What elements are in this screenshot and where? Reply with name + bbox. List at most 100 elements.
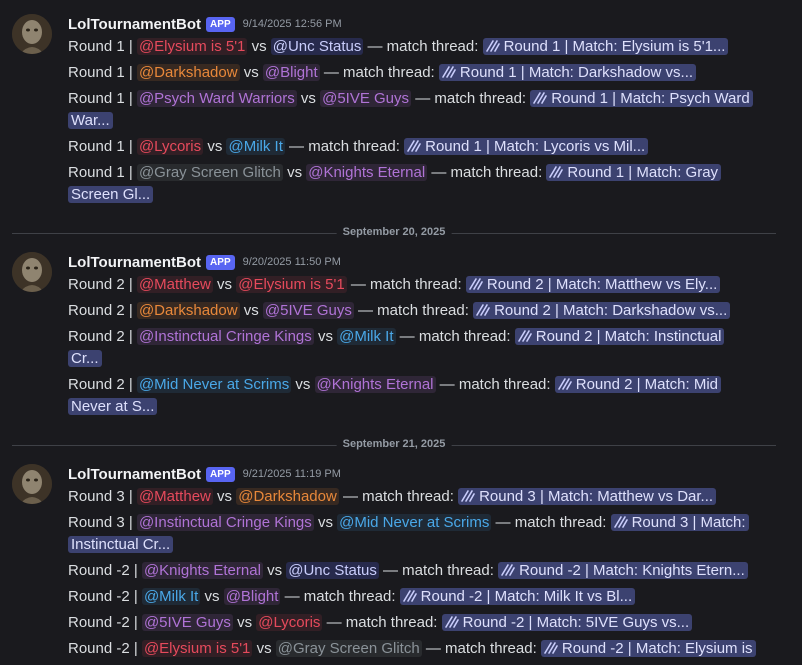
thread-link-text: Round 1 | Match: Gray [567, 164, 719, 181]
round-label: Round 2 | [68, 376, 133, 393]
team-mention[interactable]: @Darkshadow [136, 302, 240, 319]
thread-link[interactable]: Round 2 | Match: Darkshadow vs... [473, 302, 731, 319]
match-thread-label: — match thread: [284, 588, 396, 605]
match-line: Round 2 | @Instinctual Cringe Kings vs @… [68, 326, 768, 370]
match-line: Round -2 | @5IVE Guys vs @Lycoris — matc… [68, 612, 768, 634]
thread-link-text: Round 2 | Match: Matthew vs Ely... [486, 276, 718, 293]
team-mention[interactable]: @Instinctual Cringe Kings [136, 328, 314, 345]
match-thread-label: — match thread: [343, 488, 454, 505]
author-name[interactable]: LolTournamentBot [68, 254, 201, 271]
thread-link-continuation[interactable]: Instinctual Cr... [68, 536, 174, 553]
team-mention[interactable]: @Psych Ward Warriors [136, 90, 297, 107]
avatar[interactable] [12, 252, 52, 292]
date-divider-label: September 20, 2025 [336, 226, 452, 238]
thread-link-continuation[interactable]: War... [68, 112, 113, 129]
message-feed: LolTournamentBot APP 9/14/2025 12:56 PM … [0, 0, 802, 665]
team-mention[interactable]: @Knights Eternal [141, 562, 263, 579]
thread-link[interactable]: Round -2 | Match: Knights Etern... [498, 562, 748, 579]
team-mention[interactable]: @Knights Eternal [306, 164, 428, 181]
thread-link[interactable]: Round -2 | Match: 5IVE Guys vs... [441, 614, 693, 631]
match-thread-label: — match thread: [326, 614, 438, 631]
thread-link[interactable]: Round 1 | Match: Lycoris vs Mil... [404, 138, 649, 155]
team-mention[interactable]: @Elysium is 5'1 [136, 38, 248, 55]
vs-text: vs [317, 328, 333, 345]
thread-link[interactable]: Round 2 | Match: Instinctual [514, 328, 725, 345]
team-mention[interactable]: @Lycoris [256, 614, 323, 631]
team-mention[interactable]: @5IVE Guys [141, 614, 233, 631]
author-name[interactable]: LolTournamentBot [68, 16, 201, 33]
thread-link[interactable]: Round 1 | Match: Gray [546, 164, 722, 181]
match-line: Round 1 | @Psych Ward Warriors vs @5IVE … [68, 88, 768, 132]
thread-link[interactable]: Round 1 | Match: Elysium is 5'1... [482, 38, 729, 55]
avatar[interactable] [12, 464, 52, 504]
timestamp[interactable]: 9/21/2025 11:19 PM [243, 468, 341, 480]
round-label: Round 1 | [68, 38, 133, 55]
thread-icon [461, 490, 475, 502]
vs-text: vs [207, 138, 223, 155]
match-line: Round -2 | @Knights Eternal vs @Unc Stat… [68, 560, 768, 582]
thread-link-continuation[interactable]: Cr... [68, 350, 102, 367]
team-mention[interactable]: @Lycoris [136, 138, 204, 155]
team-mention[interactable]: @Mid Never at Scrims [337, 514, 492, 531]
team-mention[interactable]: @Milk It [337, 328, 396, 345]
team-mention[interactable]: @Darkshadow [236, 488, 339, 505]
team-mention[interactable]: @Unc Status [286, 562, 379, 579]
author-name[interactable]: LolTournamentBot [68, 466, 201, 483]
thread-icon [444, 616, 459, 628]
round-label: Round -2 | [68, 588, 138, 605]
team-mention[interactable]: @5IVE Guys [262, 302, 354, 319]
thread-link-text: Round -2 | Match: Milk It vs Bl... [420, 588, 633, 605]
thread-link[interactable]: Round -2 | Match: Milk It vs Bl... [399, 588, 636, 605]
team-mention[interactable]: @Mid Never at Scrims [136, 376, 292, 393]
thread-link-text: Round 2 | Match: Mid [575, 376, 719, 393]
thread-link-continuation[interactable]: Never at S... [68, 398, 158, 415]
team-mention[interactable]: @Gray Screen Glitch [136, 164, 283, 181]
timestamp[interactable]: 9/20/2025 11:50 PM [243, 256, 341, 268]
team-mention[interactable]: @Elysium is 5'1 [141, 640, 253, 657]
team-mention[interactable]: @Elysium is 5'1 [236, 276, 347, 293]
thread-icon [469, 278, 483, 290]
match-line: Round 1 | @Elysium is 5'1 vs @Unc Status… [68, 36, 768, 58]
team-mention[interactable]: @5IVE Guys [320, 90, 412, 107]
thread-link[interactable]: Round 1 | Match: Darkshadow vs... [438, 64, 697, 81]
thread-link[interactable]: Round 2 | Match: Matthew vs Ely... [465, 276, 721, 293]
team-mention[interactable]: @Milk It [141, 588, 201, 605]
vs-text: vs [267, 562, 283, 579]
thread-link[interactable]: Round 2 | Match: Mid [554, 376, 722, 393]
thread-link[interactable]: Round 3 | Match: Matthew vs Dar... [458, 488, 717, 505]
team-mention[interactable]: @Unc Status [270, 38, 364, 55]
app-badge: APP [206, 16, 235, 32]
round-label: Round 1 | [68, 64, 133, 81]
match-line: Round 1 | @Lycoris vs @Milk It — match t… [68, 136, 768, 158]
thread-link-text: Cr... [71, 350, 99, 367]
thread-link[interactable]: Round 3 | Match: [610, 514, 749, 531]
vs-text: vs [217, 276, 233, 293]
thread-link[interactable]: Round -2 | Match: Elysium is [540, 640, 756, 657]
team-mention[interactable]: @Gray Screen Glitch [275, 640, 422, 657]
team-mention[interactable]: @Blight [262, 64, 320, 81]
team-mention[interactable]: @Knights Eternal [314, 376, 436, 393]
round-label: Round 1 | [68, 138, 133, 155]
thread-link-continuation[interactable]: Screen Gl... [68, 186, 154, 203]
match-thread-label: — match thread: [358, 302, 469, 319]
match-thread-label: — match thread: [495, 514, 607, 531]
team-mention[interactable]: @Matthew [136, 276, 213, 293]
vs-text: vs [237, 614, 253, 631]
match-line: Round -2 | @Elysium is 5'1 vs @Gray Scre… [68, 638, 768, 660]
vs-text: vs [243, 64, 259, 81]
thread-link[interactable]: Round 1 | Match: Psych Ward [530, 90, 753, 107]
round-label: Round 2 | [68, 302, 133, 319]
team-mention[interactable]: @Matthew [136, 488, 213, 505]
team-mention[interactable]: @Milk It [226, 138, 285, 155]
avatar[interactable] [12, 14, 52, 54]
match-line: Round 2 | @Matthew vs @Elysium is 5'1 — … [68, 274, 768, 296]
team-mention[interactable]: @Darkshadow [136, 64, 240, 81]
thread-icon [485, 40, 500, 52]
team-mention[interactable]: @Blight [223, 588, 281, 605]
thread-icon [544, 642, 558, 654]
team-mention[interactable]: @Instinctual Cringe Kings [136, 514, 314, 531]
round-label: Round -2 | [68, 614, 138, 631]
message-header: LolTournamentBot APP 9/14/2025 12:56 PM [68, 14, 342, 34]
timestamp[interactable]: 9/14/2025 12:56 PM [243, 18, 342, 30]
round-label: Round -2 | [68, 562, 138, 579]
